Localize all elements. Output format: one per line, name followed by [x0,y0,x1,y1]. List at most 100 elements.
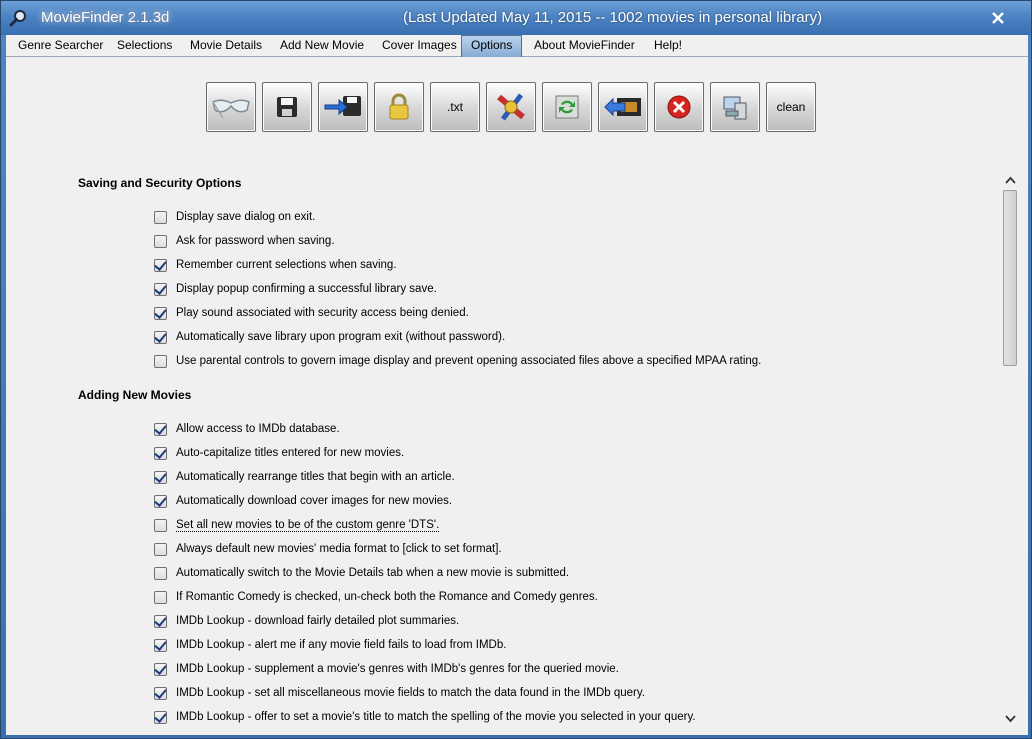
app-title: MovieFinder 2.1.3d [41,9,170,26]
floppy-disk-icon [277,97,297,117]
option-label: Set all new movies to be of the custom g… [176,518,440,532]
tab-movie-details[interactable]: Movie Details [184,36,268,57]
checkbox[interactable] [154,446,167,460]
option-row[interactable]: Automatically save library upon program … [154,329,505,345]
toolbar-import-button[interactable] [598,82,648,132]
option-row[interactable]: Ask for password when saving. [154,233,335,249]
toolbar-film-button[interactable] [486,82,536,132]
option-row[interactable]: Auto-capitalize titles entered for new m… [154,445,404,461]
checkbox[interactable] [154,494,167,508]
scroll-thumb[interactable] [1003,190,1017,366]
option-label: Auto-capitalize titles entered for new m… [176,447,405,459]
option-row[interactable]: IMDb Lookup - supplement a movie's genre… [154,661,619,677]
tab-help[interactable]: Help! [648,36,688,57]
app-window: MovieFinder 2.1.3d (Last Updated May 11,… [0,0,1032,739]
checkbox[interactable] [154,282,167,296]
toolbar-lock-button[interactable] [374,82,424,132]
option-label: Play sound associated with security acce… [176,307,469,319]
checkbox[interactable] [154,662,167,676]
option-label: If Romantic Comedy is checked, un-check … [176,591,598,603]
checkbox[interactable] [154,710,167,724]
option-label: Automatically download cover images for … [176,495,453,507]
option-label: Automatically rearrange titles that begi… [176,471,455,483]
checkbox[interactable] [154,258,167,272]
film-reel-icon [497,93,525,121]
txt-icon: .txt [446,100,463,114]
option-row[interactable]: Remember current selections when saving. [154,257,397,273]
checkbox[interactable] [154,686,167,700]
tab-about-moviefinder[interactable]: About MovieFinder [528,36,641,57]
option-label: Automatically save library upon program … [176,331,506,343]
toolbar-delete-button[interactable] [654,82,704,132]
section-title-adding: Adding New Movies [78,388,192,402]
option-row[interactable]: Allow access to IMDb database. [154,421,340,437]
toolbar-save-as-button[interactable] [318,82,368,132]
option-row[interactable]: Automatically download cover images for … [154,493,452,509]
close-icon[interactable] [991,11,1005,25]
option-row[interactable]: IMDb Lookup - offer to set a movie's tit… [154,709,696,725]
title-bar[interactable]: MovieFinder 2.1.3d (Last Updated May 11,… [1,1,1031,35]
checkbox[interactable] [154,614,167,628]
checkbox[interactable] [154,306,167,320]
checkbox[interactable] [154,422,167,436]
checkbox[interactable] [154,210,167,224]
option-row[interactable]: Always default new movies' media format … [154,541,502,557]
option-label: Use parental controls to govern image di… [176,355,762,367]
toolbar-save-button[interactable] [262,82,312,132]
checkbox[interactable] [154,518,167,532]
tab-options[interactable]: Options [461,35,523,57]
option-row[interactable]: IMDb Lookup - alert me if any movie fiel… [154,637,506,653]
option-label: Automatically switch to the Movie Detail… [176,567,570,579]
option-label: Remember current selections when saving. [176,259,397,271]
toolbar-refresh-button[interactable] [542,82,592,132]
option-row[interactable]: If Romantic Comedy is checked, un-check … [154,589,598,605]
scroll-up-icon[interactable] [1005,175,1016,186]
option-label: IMDb Lookup - supplement a movie's genre… [176,663,619,675]
film-arrow-icon [604,97,641,117]
tab-genre-searcher[interactable]: Genre Searcher [12,36,109,57]
option-label: Allow access to IMDb database. [176,423,340,435]
toolbar-txt-button[interactable]: .txt [430,82,480,132]
option-label: IMDb Lookup - download fairly detailed p… [176,615,460,627]
checkbox[interactable] [154,638,167,652]
tab-cover-images[interactable]: Cover Images [376,36,463,57]
clean-icon: clean [776,100,806,114]
toolbar-clean-button[interactable]: clean [766,82,816,132]
checkbox[interactable] [154,234,167,248]
section-title-saving: Saving and Security Options [78,176,242,190]
checkbox[interactable] [154,354,167,368]
magnifier-app-icon [9,10,26,27]
option-row[interactable]: Display popup confirming a successful li… [154,281,437,297]
toolbar-glasses-button[interactable] [206,82,256,132]
tab-strip: Genre Searcher Selections Movie Details … [6,35,1028,57]
option-row[interactable]: Use parental controls to govern image di… [154,353,761,369]
tab-add-new-movie[interactable]: Add New Movie [274,36,370,57]
tab-selections[interactable]: Selections [111,36,178,57]
option-row[interactable]: Display save dialog on exit. [154,209,315,225]
vertical-scrollbar[interactable] [1002,173,1019,727]
checkbox[interactable] [154,542,167,556]
option-row[interactable]: Automatically rearrange titles that begi… [154,469,455,485]
option-label: Display popup confirming a successful li… [176,283,437,295]
checkbox[interactable] [154,330,167,344]
checkbox[interactable] [154,566,167,580]
options-panel: .txt clean Saving and Security Options D… [6,57,1028,735]
refresh-icon [555,95,579,119]
option-row[interactable]: Play sound associated with security acce… [154,305,469,321]
option-row[interactable]: IMDb Lookup - download fairly detailed p… [154,613,459,629]
option-row[interactable]: Set all new movies to be of the custom g… [154,517,440,533]
option-label: IMDb Lookup - set all miscellaneous movi… [176,687,645,699]
toolbar-computer-button[interactable] [710,82,760,132]
option-label: Display save dialog on exit. [176,211,316,223]
option-row[interactable]: IMDb Lookup - set all miscellaneous movi… [154,685,645,701]
computer-icon [723,96,747,120]
scroll-down-icon[interactable] [1005,713,1016,724]
checkbox[interactable] [154,470,167,484]
option-label: IMDb Lookup - offer to set a movie's tit… [176,711,696,723]
library-status: (Last Updated May 11, 2015 -- 1002 movie… [403,9,823,26]
red-x-icon [667,95,691,119]
padlock-icon [389,93,409,120]
option-row[interactable]: Automatically switch to the Movie Detail… [154,565,569,581]
checkbox[interactable] [154,590,167,604]
save-arrow-icon [324,96,361,116]
